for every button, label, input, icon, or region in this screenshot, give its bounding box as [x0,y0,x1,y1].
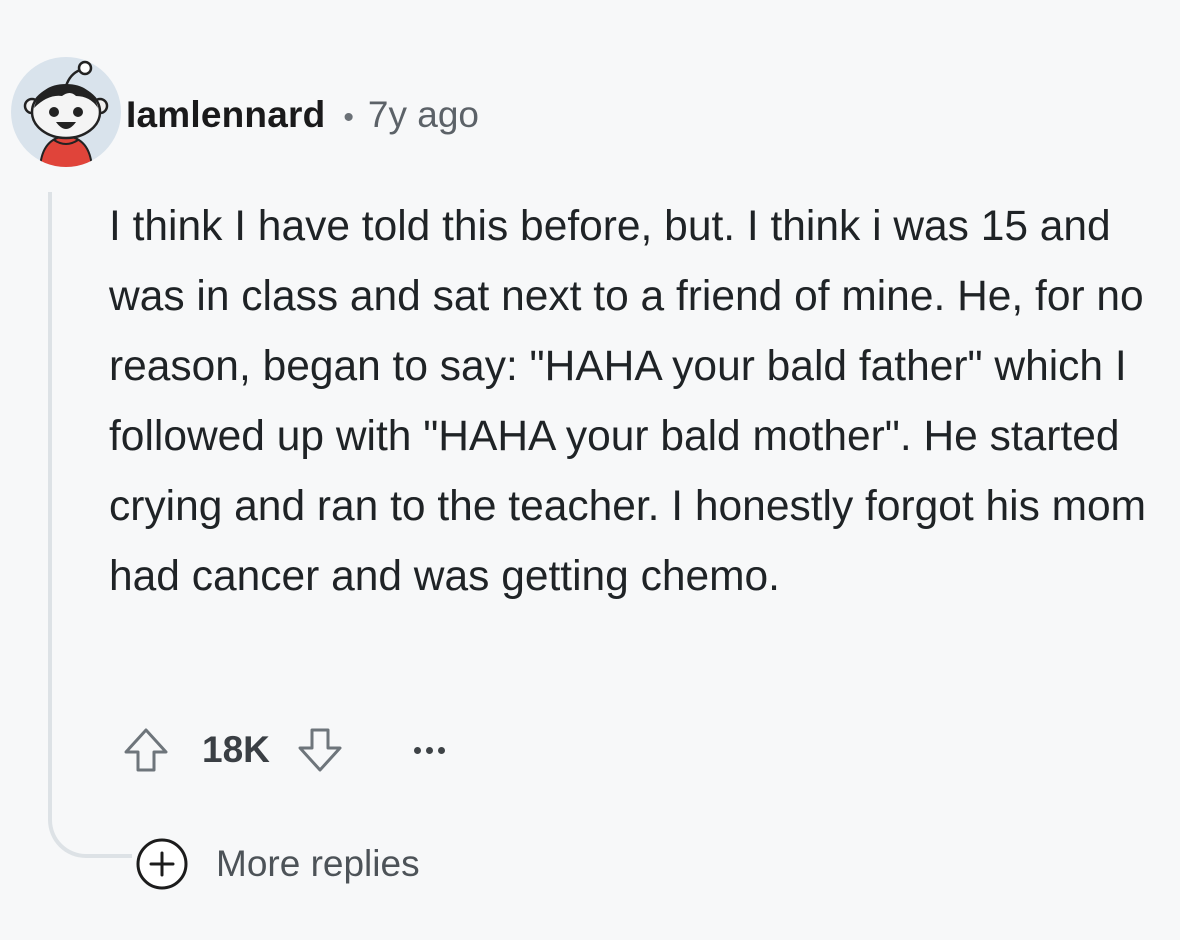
user-avatar[interactable] [10,56,122,168]
ellipsis-icon[interactable] [413,724,445,776]
comment-body: I think I have told this before, but. I … [109,203,1147,600]
more-replies-label: More replies [216,843,420,884]
action-bar: 18K [120,722,445,778]
more-replies-button[interactable]: More replies [134,836,420,892]
separator-dot: • [343,101,354,134]
snoo-avatar-icon [11,57,121,167]
comment: Iamlennard • 7y ago I think I have told … [0,0,1180,940]
timestamp[interactable]: 7y ago [368,94,479,136]
arrow-up-icon[interactable] [120,724,172,776]
comment-header: Iamlennard • 7y ago [126,94,479,136]
username-link[interactable]: Iamlennard [126,94,325,136]
arrow-down-icon[interactable] [294,724,346,776]
plus-circle-icon [136,838,188,890]
vote-score: 18K [202,729,270,770]
